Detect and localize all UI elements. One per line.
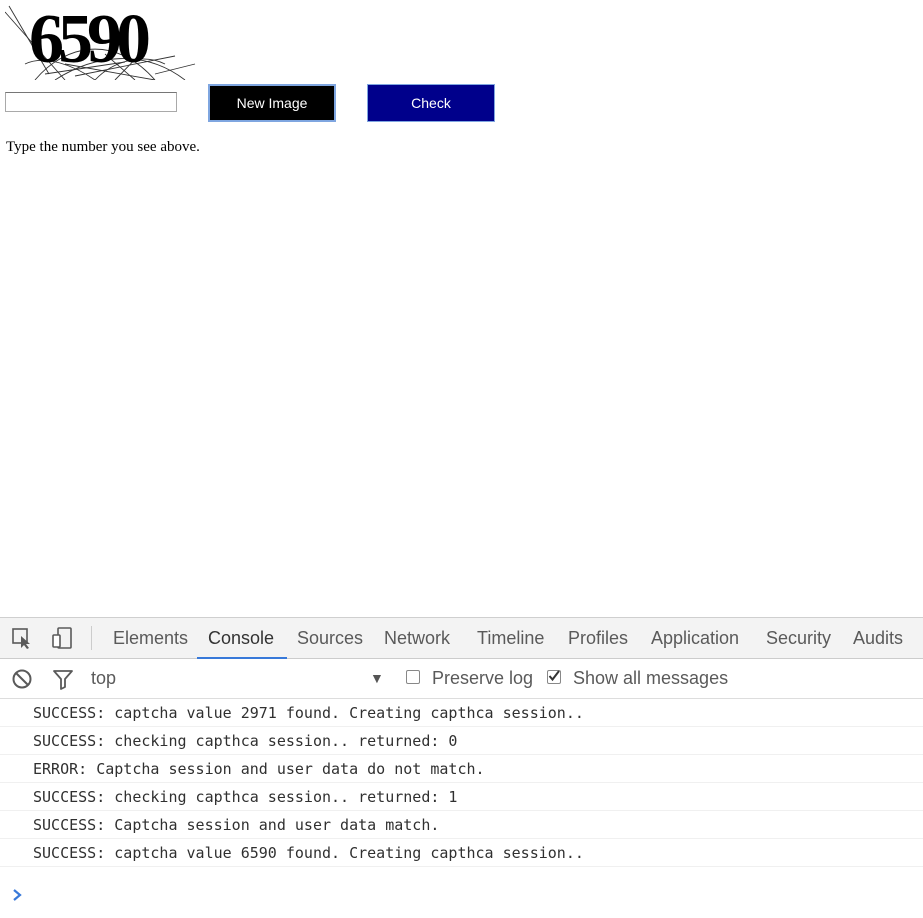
console-prompt[interactable] [0,880,923,910]
console-message: SUCCESS: checking capthca session.. retu… [0,727,923,755]
console-message: SUCCESS: captcha value 2971 found. Creat… [0,699,923,727]
devtools-panel: Elements Console Sources Network Timelin… [0,617,923,918]
web-page: 6590 New Image Check Type the number you… [0,0,923,617]
console-prompt-icon [13,889,22,901]
console-message: ERROR: Captcha session and user data do … [0,755,923,783]
tab-security[interactable]: Security [766,618,831,658]
chevron-down-icon[interactable]: ▼ [370,659,384,698]
preserve-log-checkbox[interactable] [406,670,420,684]
tab-elements[interactable]: Elements [113,618,188,658]
device-toolbar-icon[interactable] [51,627,73,649]
tab-profiles[interactable]: Profiles [568,618,628,658]
inspect-element-icon[interactable] [11,627,33,649]
console-toolbar: top ▼ Preserve log Show all messages [0,659,923,699]
console-message: SUCCESS: Captcha session and user data m… [0,811,923,839]
console-message: SUCCESS: checking capthca session.. retu… [0,783,923,811]
preserve-log-label[interactable]: Preserve log [432,659,533,698]
checkmark-icon [548,670,560,682]
check-button[interactable]: Check [367,84,495,122]
captcha-instructions: Type the number you see above. [6,139,200,155]
devtools-tab-bar: Elements Console Sources Network Timelin… [0,618,923,659]
filter-icon[interactable] [52,668,74,690]
console-log: SUCCESS: captcha value 2971 found. Creat… [0,699,923,867]
tab-audits[interactable]: Audits [853,618,903,658]
tab-network[interactable]: Network [384,618,450,658]
show-all-messages-checkbox[interactable] [547,670,561,684]
toolbar-divider [91,626,92,650]
clear-console-icon[interactable] [11,668,33,690]
tab-console[interactable]: Console [196,618,288,659]
captcha-image: 6590 [5,4,196,80]
new-image-button[interactable]: New Image [208,84,336,122]
context-selector[interactable]: top [91,659,116,698]
captcha-answer-input[interactable] [5,92,177,112]
captcha-text: 6590 [29,4,149,78]
tab-sources[interactable]: Sources [297,618,363,658]
tab-timeline[interactable]: Timeline [477,618,544,658]
tab-application[interactable]: Application [651,618,739,658]
show-all-messages-label[interactable]: Show all messages [573,659,728,698]
console-message: SUCCESS: captcha value 6590 found. Creat… [0,839,923,867]
